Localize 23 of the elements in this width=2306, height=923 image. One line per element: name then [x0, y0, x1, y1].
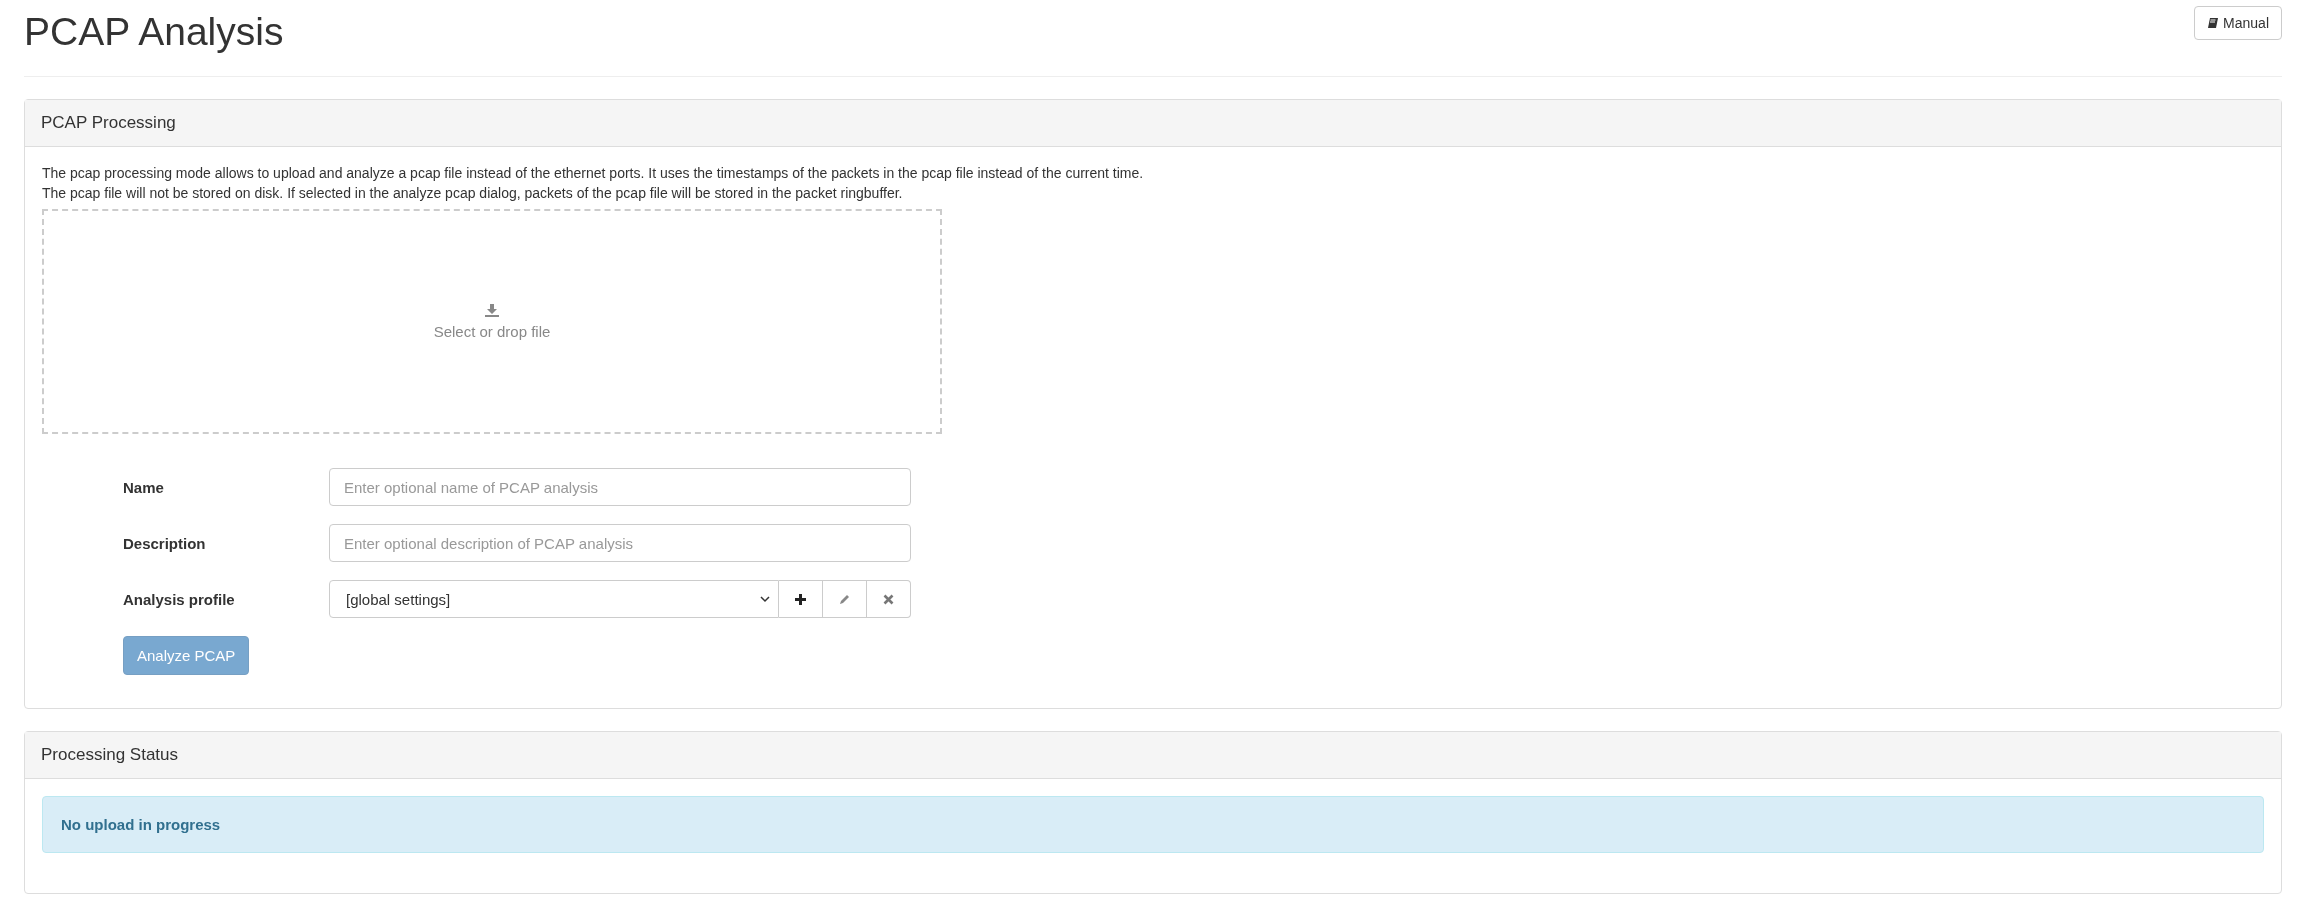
pencil-icon: [838, 592, 851, 606]
field-label: Name: [123, 478, 165, 496]
manual-button[interactable]: Manual: [2194, 6, 2282, 40]
add-button[interactable]: [779, 580, 823, 618]
field-label: Description: [123, 534, 207, 552]
status-message: No upload in progress: [61, 816, 221, 833]
profile-select[interactable]: [global settings]: [329, 580, 779, 618]
page-title: PCAP Analysis: [24, 9, 284, 55]
close-icon: [883, 593, 894, 605]
field-label: Analysis profile: [123, 590, 236, 608]
description-text: The pcap processing mode allows to upload and analyze a pcap file instead of the ethernet ports. It uses the timestamps of the packets in the pcap file instead of the current time.: [42, 164, 1145, 183]
dropzone-label: Select or drop file: [433, 322, 551, 340]
text-field[interactable]: Enter optional description of PCAP analysis: [329, 524, 911, 562]
plus-icon: [794, 592, 807, 606]
delete-button[interactable]: [867, 580, 911, 618]
panel-title: PCAP Processing: [41, 113, 176, 132]
file-dropzone[interactable]: Select or drop file: [42, 209, 942, 434]
book-icon: [2207, 16, 2220, 30]
panel-title: Processing Status: [41, 745, 178, 764]
download-icon: [485, 303, 499, 317]
chevron-icon: [760, 595, 770, 603]
description-text: The pcap file will not be stored on disk. If selected in the analyze pcap dialog, packets of the pcap file will be stored in the packet ringbuffer.: [42, 184, 904, 203]
text-field[interactable]: Enter optional name of PCAP analysis: [329, 468, 911, 506]
